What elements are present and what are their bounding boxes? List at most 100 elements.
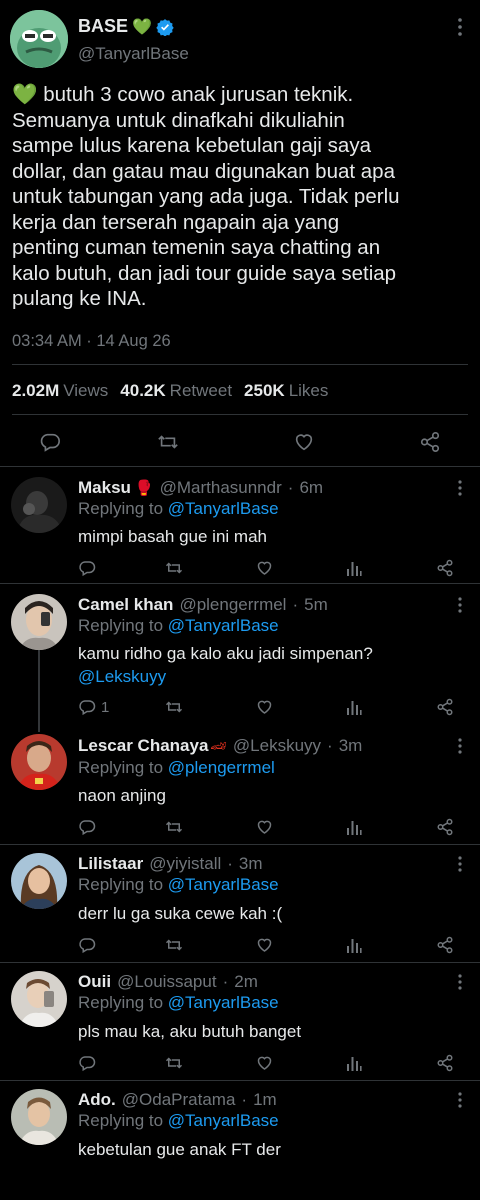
reply-author-name[interactable]: Camel khan: [78, 595, 173, 615]
reply-author-name[interactable]: Maksu: [78, 478, 131, 498]
views-icon[interactable]: [346, 1052, 362, 1074]
reply-action-bar: [0, 557, 480, 579]
reply-author-handle[interactable]: @Marthasunndr: [160, 478, 282, 498]
views-stat[interactable]: 2.02M Views: [12, 381, 108, 401]
reply-icon[interactable]: [78, 816, 96, 838]
reply-text: naon anjing: [78, 786, 166, 805]
replying-to: Replying to @TanyarlBase: [78, 993, 279, 1013]
views-icon[interactable]: [346, 557, 362, 579]
likes-stat[interactable]: 250K Likes: [244, 381, 328, 401]
share-icon[interactable]: [436, 1052, 454, 1074]
author-name[interactable]: BASE 💚: [78, 16, 174, 37]
heart-icon[interactable]: [290, 428, 318, 456]
reply-author-name[interactable]: Lilistaar: [78, 854, 143, 874]
reply-text: pls mau ka, aku butuh banget: [78, 1022, 302, 1041]
retweet-stat[interactable]: 40.2K Retweet: [120, 381, 232, 401]
retweet-icon[interactable]: [164, 696, 184, 718]
replying-to: Replying to @TanyarlBase: [78, 499, 279, 519]
avatar[interactable]: [11, 853, 67, 909]
replying-to-handle[interactable]: @TanyarlBase: [168, 993, 279, 1012]
retweet-icon[interactable]: [164, 1052, 184, 1074]
reply-author-name[interactable]: Lescar Chanaya: [78, 736, 208, 756]
share-icon[interactable]: [436, 934, 454, 956]
replying-prefix: Replying to: [78, 875, 164, 894]
heart-icon[interactable]: [255, 934, 274, 956]
mention-link[interactable]: @Lekskuyy: [78, 667, 166, 686]
replying-to-handle[interactable]: @TanyarlBase: [168, 875, 279, 894]
reply-time[interactable]: 2m: [234, 972, 258, 992]
reply-time[interactable]: 1m: [253, 1090, 277, 1110]
reply-author-handle[interactable]: @Lekskuyy: [233, 736, 321, 756]
replying-to-handle[interactable]: @TanyarlBase: [168, 1111, 279, 1130]
dot-separator: ·: [241, 1090, 248, 1109]
reply-icon[interactable]: 1: [78, 696, 109, 718]
avatar[interactable]: [11, 971, 67, 1027]
share-icon[interactable]: [436, 696, 454, 718]
avatar[interactable]: [11, 734, 67, 790]
dot-separator: ·: [327, 736, 333, 755]
reply-author-handle[interactable]: @Louissaput: [117, 972, 217, 992]
more-options-icon[interactable]: [458, 856, 462, 872]
more-options-icon[interactable]: [458, 738, 462, 754]
retweet-icon[interactable]: [154, 428, 182, 456]
retweet-icon[interactable]: [164, 557, 184, 579]
retweet-icon[interactable]: [164, 934, 184, 956]
author-handle[interactable]: @TanyarlBase: [78, 44, 189, 64]
retweet-icon[interactable]: [164, 816, 184, 838]
reply-item[interactable]: Maksu 🥊 @Marthasunndr · 6m Replying to @…: [0, 467, 480, 593]
reply-header: Camel khan @plengerrmel · 5m: [78, 595, 328, 615]
reply-time[interactable]: 3m: [239, 854, 263, 874]
author-name-text[interactable]: BASE: [78, 16, 128, 37]
reply-item[interactable]: Camel khan @plengerrmel · 5m Replying to…: [0, 584, 480, 730]
more-options-icon[interactable]: [458, 974, 462, 990]
share-icon[interactable]: [436, 816, 454, 838]
share-icon[interactable]: [436, 557, 454, 579]
reply-icon[interactable]: [78, 1052, 96, 1074]
heart-icon[interactable]: [255, 696, 274, 718]
reply-icon[interactable]: [78, 557, 96, 579]
likes-count: 250K: [244, 381, 285, 400]
replying-to-handle[interactable]: @TanyarlBase: [168, 499, 279, 518]
reply-time[interactable]: 3m: [339, 736, 363, 756]
dot-separator: ·: [227, 854, 233, 873]
avatar[interactable]: [11, 477, 67, 533]
reply-count: 1: [101, 698, 110, 716]
tweet-text: 💚 butuh 3 cowo anak jurusan teknik. Semu…: [12, 83, 400, 310]
more-options-icon[interactable]: [458, 597, 462, 613]
heart-icon[interactable]: [255, 816, 274, 838]
replying-to-handle[interactable]: @TanyarlBase: [168, 616, 279, 635]
reply-author-handle[interactable]: @OdaPratama: [122, 1090, 236, 1110]
avatar[interactable]: [11, 1089, 67, 1145]
green-heart-emoji: 💚: [132, 18, 152, 36]
dot-separator: ·: [292, 595, 299, 614]
reply-item[interactable]: Lescar Chanaya 🏎 @Lekskuyy · 3m Replying…: [0, 730, 480, 844]
reply-icon[interactable]: [78, 934, 96, 956]
reply-icon[interactable]: [36, 428, 64, 456]
reply-author-handle[interactable]: @yiyistall: [149, 854, 221, 874]
views-icon[interactable]: [346, 816, 362, 838]
views-icon[interactable]: [346, 696, 362, 718]
reply-header: Ado. @OdaPratama · 1m: [78, 1090, 277, 1110]
reply-item[interactable]: Ado. @OdaPratama · 1m Replying to @Tanya…: [0, 1081, 480, 1200]
reply-author-name[interactable]: Ouii: [78, 972, 111, 992]
reply-time[interactable]: 6m: [299, 478, 323, 498]
views-label: Views: [63, 381, 109, 400]
more-options-icon[interactable]: [458, 480, 462, 496]
avatar[interactable]: [10, 10, 68, 68]
heart-icon[interactable]: [255, 557, 274, 579]
views-icon[interactable]: [346, 934, 362, 956]
tweet-timestamp[interactable]: 03:34 AM · 14 Aug 26: [12, 332, 171, 351]
avatar[interactable]: [11, 594, 67, 650]
replying-prefix: Replying to: [78, 993, 164, 1012]
reply-item[interactable]: Ouii @Louissaput · 2m Replying to @Tanya…: [0, 963, 480, 1081]
replying-to-handle[interactable]: @plengerrmel: [168, 758, 275, 777]
reply-author-name[interactable]: Ado.: [78, 1090, 116, 1110]
reply-time[interactable]: 5m: [304, 595, 328, 615]
reply-author-handle[interactable]: @plengerrmel: [179, 595, 286, 615]
more-options-icon[interactable]: [458, 1092, 462, 1108]
share-icon[interactable]: [416, 428, 444, 456]
dot-separator: ·: [222, 972, 229, 991]
reply-item[interactable]: Lilistaar @yiyistall · 3m Replying to @T…: [0, 845, 480, 963]
heart-icon[interactable]: [255, 1052, 274, 1074]
more-options-icon[interactable]: [458, 18, 462, 36]
